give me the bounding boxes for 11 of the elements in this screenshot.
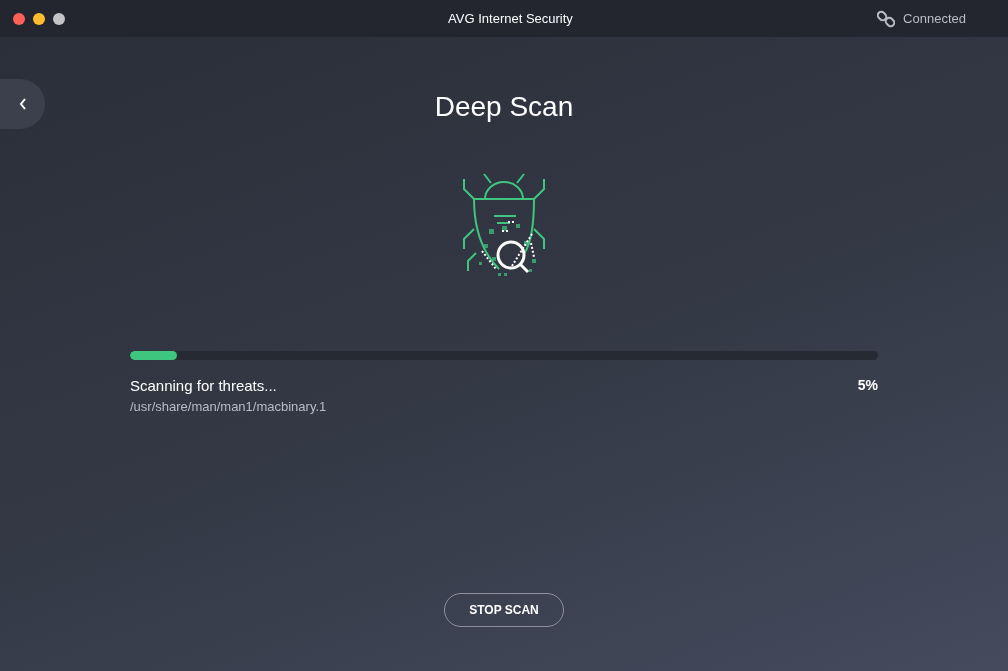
minimize-button[interactable] [33, 12, 45, 25]
link-icon [877, 9, 896, 28]
close-button[interactable] [13, 12, 25, 25]
zoom-button[interactable] [53, 12, 65, 25]
window-title: AVG Internet Security [447, 11, 574, 26]
scanned-file-path: /usr/share/man/man1/macbinary.1 [130, 399, 328, 414]
connection-status: Connected [903, 11, 966, 26]
progress-percent: 5% [857, 377, 878, 394]
page-title: Deep Scan [434, 90, 574, 124]
chevron-left-icon [17, 97, 28, 111]
scan-status: Scanning for threats... [130, 377, 277, 394]
